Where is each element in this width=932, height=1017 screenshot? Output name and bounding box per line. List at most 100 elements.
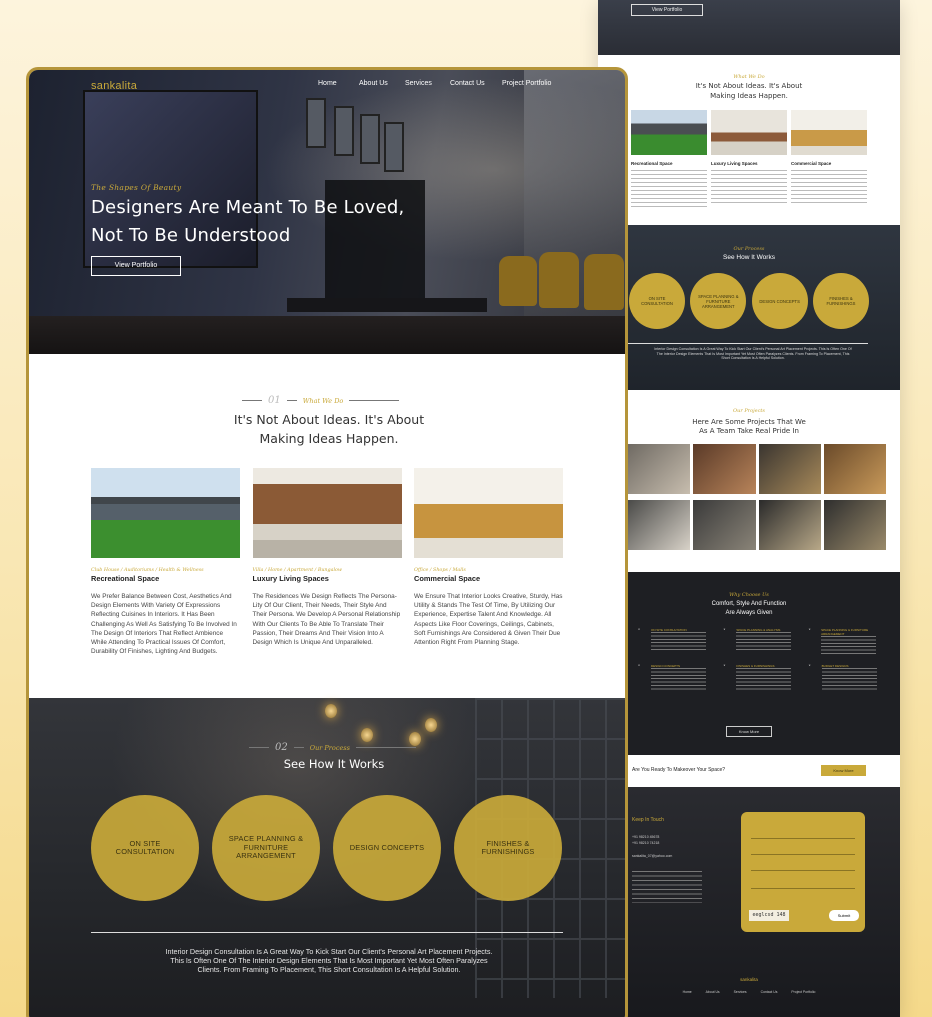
side-process-text: Interior Design Consultation Is A Great … [654,347,852,360]
card-title: Commercial Space [414,574,481,583]
nav-about[interactable]: About Us [359,80,388,87]
recreational-space-image [91,468,240,558]
project-thumbnail[interactable] [693,444,756,494]
side-projects-heading-2: As A Team Take Real Pride In [699,427,799,435]
divider-line [286,400,297,401]
side-step-circle: ON SITE CONSULTATION [629,273,685,329]
side-card: Commercial Space [791,110,867,172]
nav-portfolio[interactable]: Project Portfolio [502,80,551,87]
service-card[interactable]: Club House / Auditoriums / Health & Well… [91,468,240,656]
side-step-circle: DESIGN CONCEPTS [751,273,808,329]
submit-button[interactable]: Submit [829,910,859,921]
name-field[interactable] [751,838,855,839]
process-section: 02 Our Process See How It Works ON SITE … [29,698,625,1017]
footer-nav-home[interactable]: Home [683,990,692,994]
pendant-lamp [325,704,337,718]
why-item: ❦ BUDGET DESIGNS [809,664,888,692]
side-about-heading-1: It's Not About Ideas. It's About [695,82,803,90]
project-thumbnail[interactable] [628,444,691,494]
view-portfolio-button[interactable]: View Portfolio [91,256,181,276]
side-contact-section: Keep In Touch +91 98210 45678 +91 98210 … [598,787,900,1017]
footer-nav: Home About Us Services Contact Us Projec… [598,990,900,994]
nav-services[interactable]: Services [405,80,432,87]
side-cta-section: Are You Ready To Makeover Your Space? Kn… [598,755,900,787]
footer-nav-services[interactable]: Services [734,990,747,994]
wall-frame [384,122,404,172]
why-item: ❦ ON SITE CONSULTATION [638,628,717,654]
side-why-section: Why Choose Us Comfort, Style And Functio… [598,572,900,755]
hero-tagline: The Shapes Of Beauty [91,183,182,192]
divider-line [249,747,269,748]
why-item-text [651,668,706,692]
card-description: We Ensure That Interior Looks Creative, … [414,593,563,647]
side-card-title: Luxury Living Spaces [711,161,758,166]
window [524,70,625,354]
step-finishes: FINISHES & FURNISHINGS [454,795,562,901]
keep-in-touch-title: Keep In Touch [632,817,664,823]
footer-nav-contact[interactable]: Contact Us [761,990,778,994]
wall-frame [360,114,380,164]
side-project-gallery [628,444,886,550]
process-description: Interior Design Consultation Is A Great … [165,947,493,974]
address-text [632,871,702,903]
floor [29,316,625,354]
divider-line [242,400,262,401]
hero-section: sankalita Home About Us Services Contact… [29,70,625,354]
project-thumbnail[interactable] [693,500,756,550]
side-process-divider [628,343,868,344]
nav-home[interactable]: Home [318,80,337,87]
divider-line [355,747,416,748]
phone-field[interactable] [751,870,855,871]
project-thumbnail[interactable] [758,500,821,550]
section-label: What We Do [302,396,344,405]
hero-headline: Designers Are Meant To Be Loved, Not To … [91,194,421,250]
why-item-text [736,668,792,692]
lotus-icon: ❦ [808,628,811,631]
project-thumbnail[interactable] [823,500,886,550]
project-thumbnail[interactable] [758,444,821,494]
chair [584,254,624,310]
brand-logo[interactable]: sankalita [91,80,137,92]
captcha-box: eeglcsd 148 [749,910,789,921]
side-card-title: Recreational Space [631,161,673,166]
side-view-portfolio-button[interactable]: View Portfolio [631,4,703,16]
nav-contact[interactable]: Contact Us [450,80,485,87]
pendant-lamp [361,728,373,742]
process-heading: See How It Works [283,757,385,771]
side-card-text-lines [791,170,867,206]
side-about-label: What We Do [733,74,765,80]
side-know-more-button[interactable]: Know More [726,726,772,737]
footer-nav-portfolio[interactable]: Project Portfolio [791,990,815,994]
side-why-heading-2: Are Always Given [725,610,773,616]
card-description: The Residences We Design Reflects The Pe… [252,593,401,647]
service-card[interactable]: Villa / Home / Apartment / Bungalow Luxu… [252,468,402,656]
luxury-living-image [252,468,402,558]
why-item: ❦ SPACE PLANNING & FURNITURE ARRANGEMENT [809,628,888,654]
why-item-text [651,632,706,650]
side-step-circle: FINISHES & FURNISHINGS [812,273,869,329]
side-process-section: Our Process See How It Works ON SITE CON… [598,225,900,390]
why-item-title: SPACE PLANNING & FURNITURE ARRANGEMENT [821,628,869,636]
why-item-text [821,668,877,692]
section-number: 01 [268,395,281,406]
service-card[interactable]: Office / Shops / Malls Commercial Space … [414,468,563,656]
lotus-icon: ❦ [723,664,726,667]
side-process-heading: See How It Works [723,254,775,261]
project-thumbnail[interactable] [628,500,691,550]
message-field[interactable] [751,888,855,889]
divider-line [293,747,304,748]
side-about-heading-2: Making Ideas Happen. [710,92,788,100]
wall-frame [334,106,354,156]
lotus-icon: ❦ [723,628,726,631]
main-page-preview: sankalita Home About Us Services Contact… [26,67,628,1017]
cta-know-more-button[interactable]: Know More [821,765,866,776]
card-description: We Prefer Balance Between Cost, Aestheti… [91,593,237,656]
side-about-section: What We Do It's Not About Ideas. It's Ab… [598,55,900,225]
project-thumbnail[interactable] [823,444,886,494]
about-heading: It's Not About Ideas. It's About Making … [179,410,479,448]
footer-nav-about[interactable]: About Us [706,990,720,994]
email-field[interactable] [751,854,855,855]
why-item: ❦ DESIGN CONCEPTS [638,664,717,692]
phone-1: +91 98210 45678 [632,835,660,839]
dining-table [287,298,487,312]
